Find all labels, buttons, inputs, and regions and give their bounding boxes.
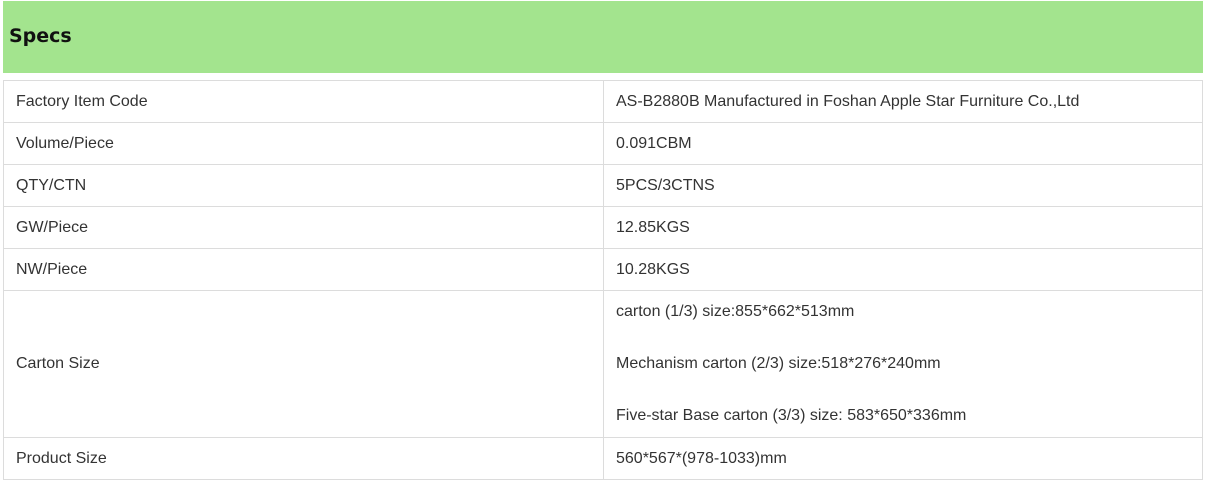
table-row: NW/Piece 10.28KGS bbox=[3, 248, 1203, 291]
spec-label: QTY/CTN bbox=[3, 164, 604, 207]
spec-label: Factory Item Code bbox=[3, 80, 604, 123]
section-title: Specs bbox=[9, 25, 72, 47]
spec-label: Volume/Piece bbox=[3, 122, 604, 165]
table-row: Volume/Piece 0.091CBM bbox=[3, 122, 1203, 165]
table-row: QTY/CTN 5PCS/3CTNS bbox=[3, 164, 1203, 207]
spec-value: AS-B2880B Manufactured in Foshan Apple S… bbox=[603, 80, 1203, 123]
table-row: Factory Item Code AS-B2880B Manufactured… bbox=[3, 80, 1203, 123]
spec-label: Product Size bbox=[3, 437, 604, 480]
spec-value-line: carton (1/3) size:855*662*513mm bbox=[616, 303, 855, 320]
spec-value: 12.85KGS bbox=[603, 206, 1203, 249]
spec-value: 10.28KGS bbox=[603, 248, 1203, 291]
spec-value: 0.091CBM bbox=[603, 122, 1203, 165]
spec-value-line: Mechanism carton (2/3) size:518*276*240m… bbox=[616, 355, 941, 372]
table-row: Product Size 560*567*(978-1033)mm bbox=[3, 437, 1203, 480]
table-row: GW/Piece 12.85KGS bbox=[3, 206, 1203, 249]
spec-value-line: Five-star Base carton (3/3) size: 583*65… bbox=[616, 407, 967, 424]
spec-label: NW/Piece bbox=[3, 248, 604, 291]
spec-value: 5PCS/3CTNS bbox=[603, 164, 1203, 207]
specs-table: Factory Item Code AS-B2880B Manufactured… bbox=[3, 80, 1203, 480]
spec-label: Carton Size bbox=[3, 290, 604, 438]
spec-label: GW/Piece bbox=[3, 206, 604, 249]
table-row: Carton Size carton (1/3) size:855*662*51… bbox=[3, 290, 1203, 438]
specs-section-header: Specs bbox=[3, 1, 1203, 73]
spec-value-multiline: carton (1/3) size:855*662*513mm Mechanis… bbox=[603, 290, 1203, 438]
spec-value: 560*567*(978-1033)mm bbox=[603, 437, 1203, 480]
